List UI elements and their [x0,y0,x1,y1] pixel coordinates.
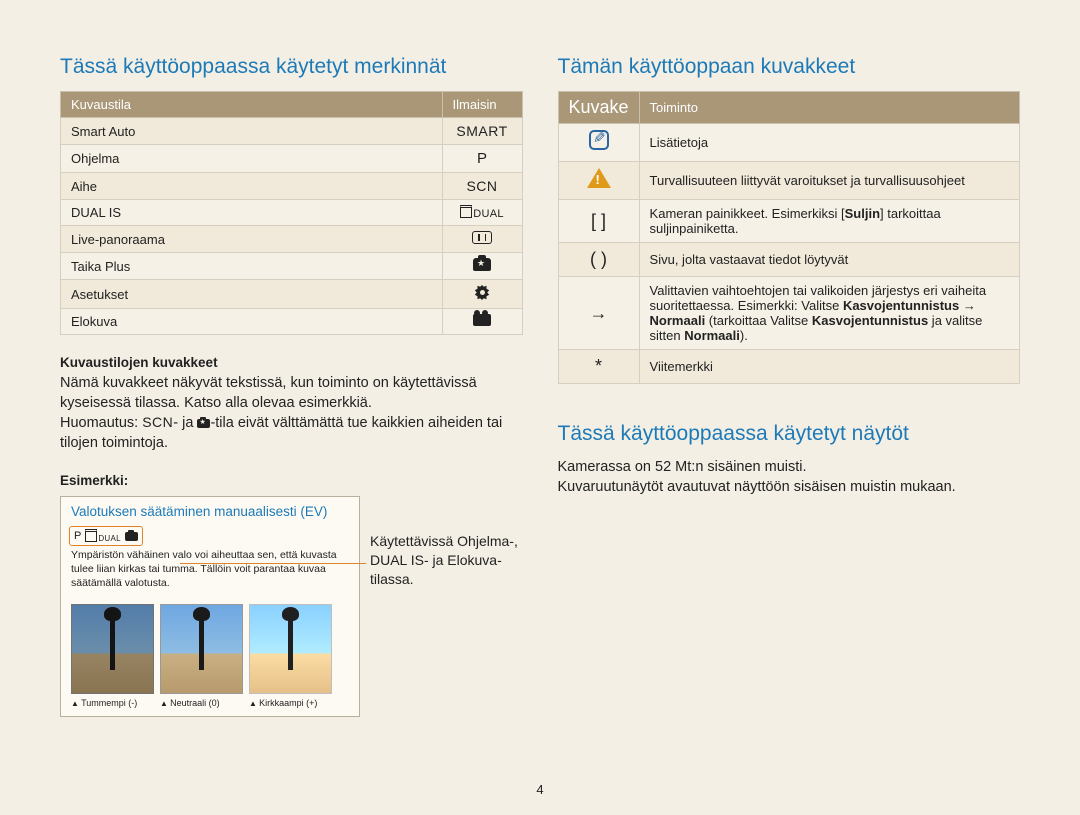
mode-cell: Smart Auto [61,118,443,145]
mode-cell: Taika Plus [61,253,443,280]
icon-cell: ( ) [558,243,639,277]
callout-note: Käytettävissä Ohjelma-, DUAL IS- ja Elok… [370,532,520,589]
icon-cell: [ ] [558,200,639,243]
indicator-cell: DUAL [442,200,522,226]
settings-icon [475,285,490,300]
caption-2: Neutraali (0) [160,698,243,708]
desc-cell: Lisätietoja [639,124,1019,162]
page-number: 4 [536,782,543,797]
icons-th1: Kuvake [558,92,639,124]
indicator-cell [442,226,522,253]
icon-cell [558,124,639,162]
p2-a: Huomautus: [60,415,142,431]
mode-cell: Aihe [61,173,443,200]
example-title: Valotuksen säätäminen manuaalisesti (EV) [61,497,359,523]
mode-cell: Elokuva [61,309,443,335]
b: Suljin [845,206,880,221]
magic-icon-inline [197,419,210,428]
p2-b: - ja [173,415,197,431]
right-p1: Kamerassa on 52 Mt:n sisäinen muisti. [558,458,1021,478]
caption-1: Tummempi (-) [71,698,154,708]
magic-plus-icon [473,258,491,271]
paragraph-1: Nämä kuvakkeet näkyvät tekstissä, kun to… [60,374,523,413]
sub-heading-1: Kuvaustilojen kuvakkeet [60,355,523,370]
icon-cell: → [558,277,639,350]
program-icon-inline: P [74,530,81,542]
b: Normaali [650,313,706,328]
indicator-cell [442,253,522,280]
icons-table: Kuvake Toiminto Lisätietoja Turvallisuut… [558,91,1021,384]
example-box: Valotuksen säätäminen manuaalisesti (EV)… [60,496,360,717]
mode-cell: Live-panoraama [61,226,443,253]
b: Kasvojentunnistus [812,313,928,328]
right-heading: Tämän käyttöoppaan kuvakkeet [558,55,1021,79]
mode-cell: DUAL IS [61,200,443,226]
modes-th2: Ilmaisin [442,92,522,118]
right-heading-2: Tässä käyttöoppaassa käytetyt näytöt [558,422,1021,446]
caption-3: Kirkkaampi (+) [249,698,332,708]
warning-icon [587,168,611,188]
example-images [61,598,359,698]
icon-cell: * [558,350,639,384]
movie-icon [473,314,491,326]
indicator-cell: SCN [442,173,522,200]
desc-cell: Valittavien vaihtoehtojen tai valikoiden… [639,277,1019,350]
right-column: Tämän käyttöoppaan kuvakkeet Kuvake Toim… [558,55,1021,717]
b: Normaali [684,328,740,343]
example-icon-bar: P DUAL [69,526,143,546]
desc-cell: Turvallisuuteen liittyvät varoitukset ja… [639,162,1019,200]
icon-cell [558,162,639,200]
t: Kameran painikkeet. Esimerkiksi [ [650,206,845,221]
icons-th2: Toiminto [639,92,1019,124]
desc-cell: Kameran painikkeet. Esimerkiksi [Suljin]… [639,200,1019,243]
indicator-cell [442,280,522,309]
thumb-neutral [160,604,243,694]
callout-line [180,563,366,564]
t: → [959,298,976,313]
mode-cell: Ohjelma [61,145,443,173]
paragraph-2: Huomautus: SCN- ja -tila eivät välttämät… [60,413,523,453]
t: (tarkoittaa Valitse [705,313,812,328]
modes-table: Kuvaustila Ilmaisin Smart Auto SMART Ohj… [60,91,523,335]
desc-cell: Viitemerkki [639,350,1019,384]
indicator-cell: SMART [442,118,522,145]
movie-icon-inline [125,532,138,541]
mode-cell: Asetukset [61,280,443,309]
scene-icon: SCN [466,178,497,194]
example-body: Ympäristön vähäinen valo voi aiheuttaa s… [61,549,359,598]
thumb-brighter [249,604,332,694]
b: Kasvojentunnistus [843,298,959,313]
info-icon [589,130,609,150]
indicator-cell [442,309,522,335]
modes-th1: Kuvaustila [61,92,443,118]
smart-icon: SMART [456,123,507,139]
left-heading: Tässä käyttöoppaassa käytetyt merkinnät [60,55,523,79]
thumb-darker [71,604,154,694]
example-captions: Tummempi (-) Neutraali (0) Kirkkaampi (+… [61,698,359,716]
dual-is-icon: DUAL [460,208,504,220]
program-icon: P [477,150,487,167]
dual-is-icon-inline: DUAL [85,529,121,543]
scene-icon-inline: SCN [142,414,173,430]
panorama-icon [472,231,492,244]
sub-heading-2: Esimerkki: [60,473,523,488]
desc-cell: Sivu, jolta vastaavat tiedot löytyvät [639,243,1019,277]
left-column: Tässä käyttöoppaassa käytetyt merkinnät … [60,55,523,717]
t: ). [740,328,748,343]
right-p2: Kuvaruutunäytöt avautuvat näyttöön sisäi… [558,478,1021,498]
indicator-cell: P [442,145,522,173]
